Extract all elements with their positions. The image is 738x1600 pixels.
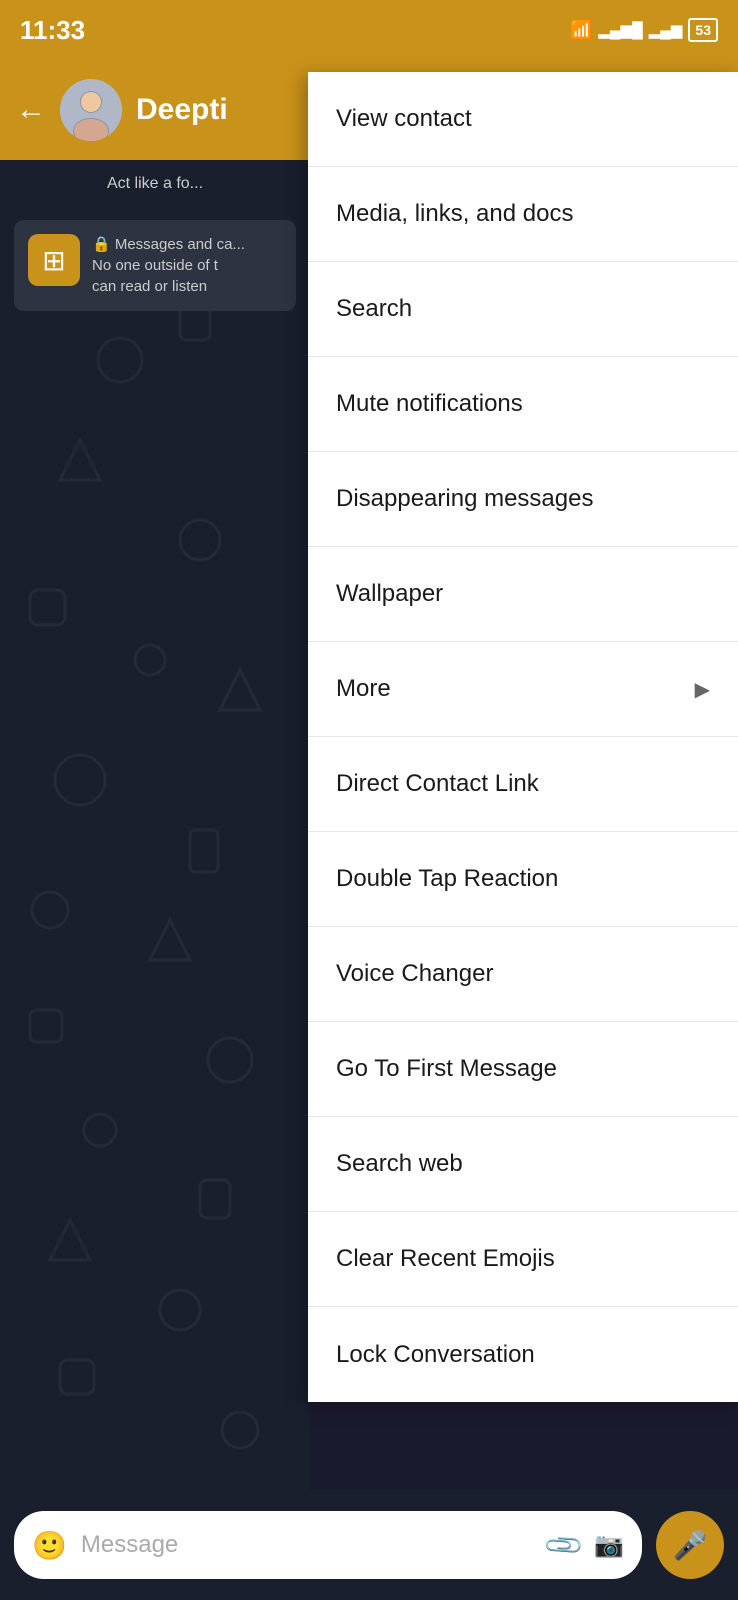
battery-indicator: 53 [688, 18, 718, 42]
menu-item-label-1: Media, links, and docs [336, 200, 573, 228]
menu-item-11[interactable]: Search web [308, 1117, 738, 1212]
menu-item-label-13: Lock Conversation [336, 1341, 535, 1369]
mic-button[interactable]: 🎤 [656, 1511, 724, 1579]
encryption-text: 🔒 Messages and ca...No one outside of tc… [92, 234, 245, 297]
menu-item-label-6: More [336, 675, 391, 703]
chat-background [0, 160, 310, 1490]
menu-item-13[interactable]: Lock Conversation [308, 1307, 738, 1402]
menu-item-3[interactable]: Mute notifications [308, 357, 738, 452]
status-icons: 📶 ▂▄▆█ ▂▄▆ 53 [570, 18, 718, 42]
subheader-text: Act like a fo... [107, 175, 203, 193]
menu-item-label-8: Double Tap Reaction [336, 865, 558, 893]
menu-item-1[interactable]: Media, links, and docs [308, 167, 738, 262]
mic-icon: 🎤 [673, 1529, 708, 1562]
menu-item-label-9: Voice Changer [336, 960, 493, 988]
badge-icon-wrapper: ⊞ [28, 234, 80, 286]
grid-icon: ⊞ [42, 244, 65, 277]
menu-item-label-3: Mute notifications [336, 390, 523, 418]
menu-item-arrow-6: ▶ [695, 677, 710, 702]
menu-item-0[interactable]: View contact [308, 72, 738, 167]
wifi-icon: 📶 [570, 20, 592, 41]
status-bar: 11:33 📶 ▂▄▆█ ▂▄▆ 53 [0, 0, 738, 60]
menu-item-2[interactable]: Search [308, 262, 738, 357]
signal-icon-2: ▂▄▆ [649, 21, 683, 39]
back-button[interactable]: ← [16, 93, 46, 127]
menu-item-10[interactable]: Go To First Message [308, 1022, 738, 1117]
attachment-icon[interactable]: 📎 [542, 1523, 587, 1568]
encryption-badge: ⊞ 🔒 Messages and ca...No one outside of … [14, 220, 296, 311]
menu-item-label-12: Clear Recent Emojis [336, 1245, 555, 1273]
menu-item-7[interactable]: Direct Contact Link [308, 737, 738, 832]
menu-item-label-5: Wallpaper [336, 580, 443, 608]
menu-item-5[interactable]: Wallpaper [308, 547, 738, 642]
menu-item-4[interactable]: Disappearing messages [308, 452, 738, 547]
signal-icon-1: ▂▄▆█ [598, 21, 642, 39]
menu-item-8[interactable]: Double Tap Reaction [308, 832, 738, 927]
menu-item-label-4: Disappearing messages [336, 485, 593, 513]
menu-item-12[interactable]: Clear Recent Emojis [308, 1212, 738, 1307]
menu-item-label-0: View contact [336, 105, 472, 133]
menu-item-label-2: Search [336, 295, 412, 323]
menu-item-label-7: Direct Contact Link [336, 770, 539, 798]
chat-subheader: Act like a fo... [0, 160, 310, 208]
emoji-button[interactable]: 🙂 [32, 1529, 67, 1562]
dropdown-menu: View contact Media, links, and docs Search… [308, 72, 738, 1402]
message-input-wrapper[interactable]: 🙂 Message 📎 📷 [14, 1511, 642, 1579]
avatar[interactable] [60, 79, 122, 141]
input-bar: 🙂 Message 📎 📷 🎤 [0, 1490, 738, 1600]
menu-item-6[interactable]: More ▶ [308, 642, 738, 737]
message-placeholder: Message [81, 1531, 534, 1559]
menu-item-label-11: Search web [336, 1150, 463, 1178]
status-time: 11:33 [20, 15, 85, 46]
menu-item-label-10: Go To First Message [336, 1055, 557, 1083]
camera-icon[interactable]: 📷 [594, 1531, 624, 1560]
menu-item-9[interactable]: Voice Changer [308, 927, 738, 1022]
